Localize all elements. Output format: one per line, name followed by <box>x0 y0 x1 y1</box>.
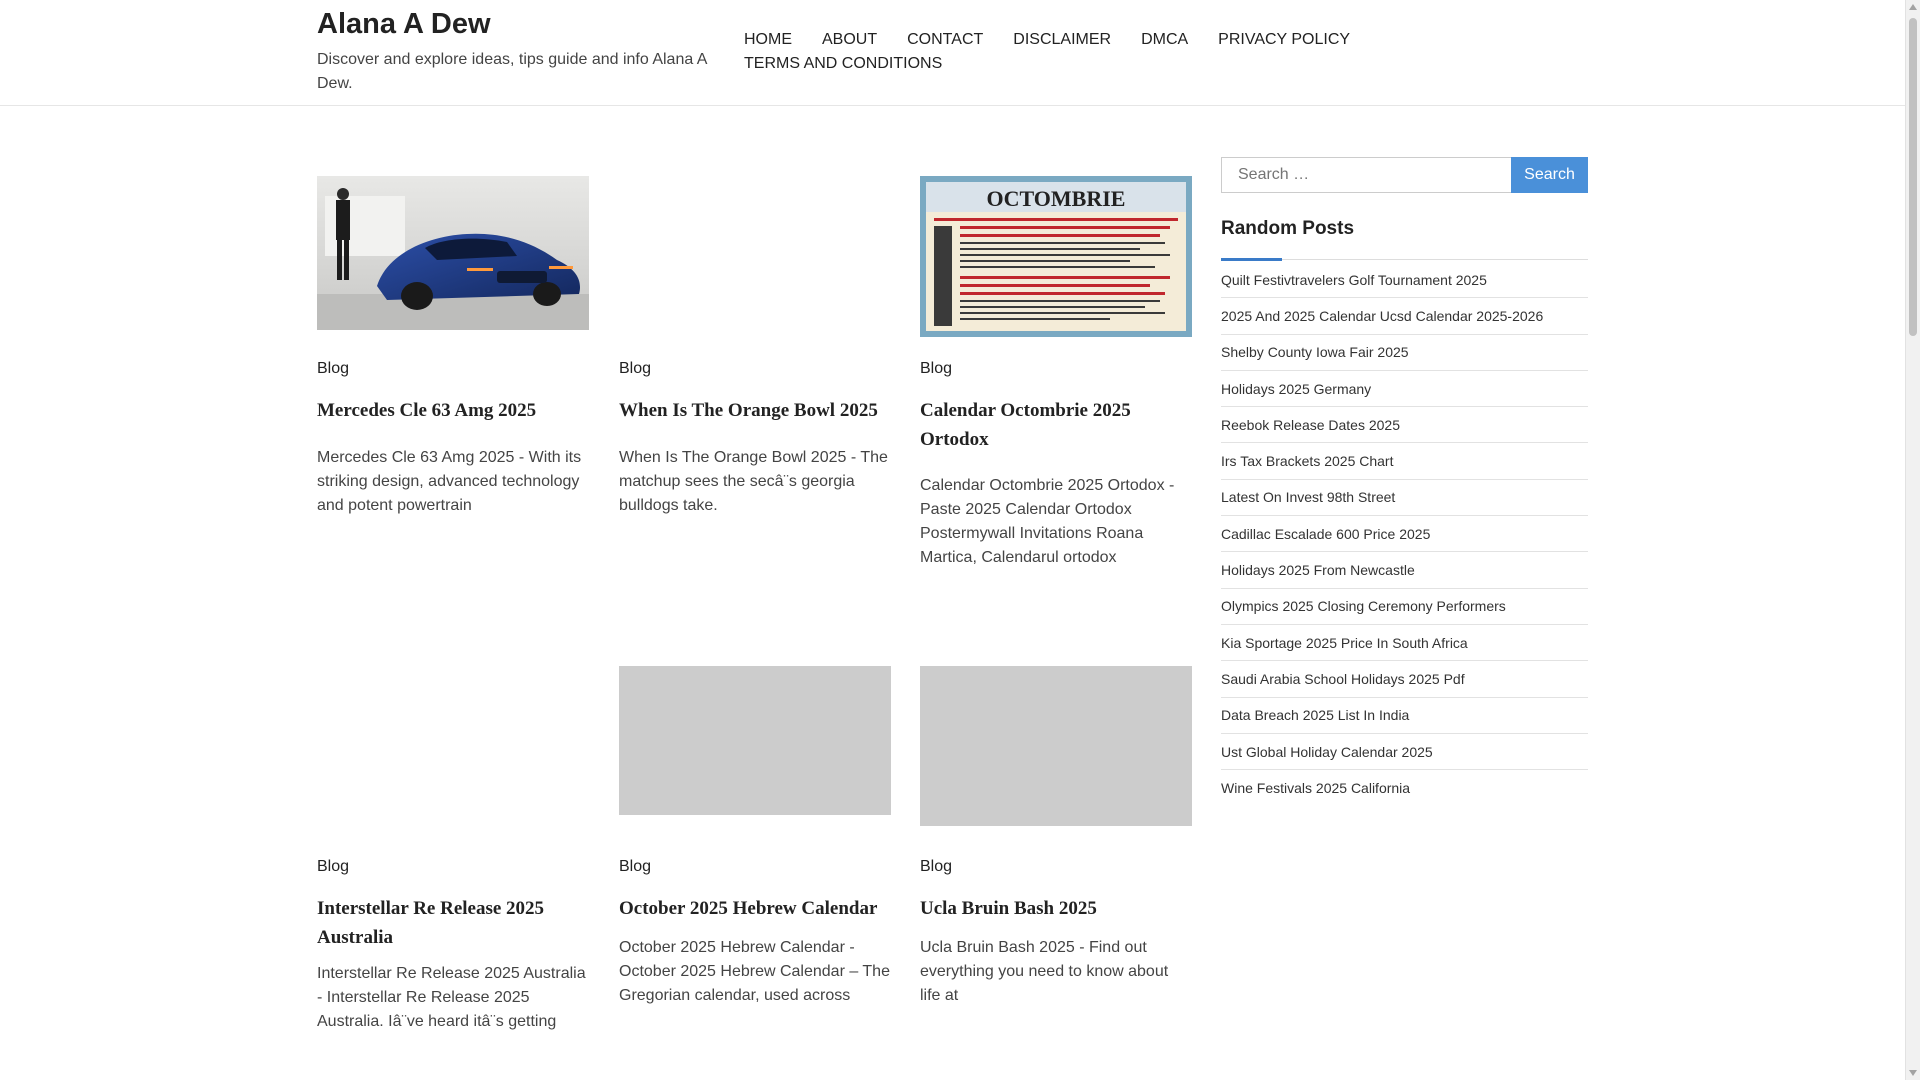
scroll-up-arrow-icon[interactable] <box>1909 4 1917 10</box>
post-thumbnail[interactable] <box>920 666 1192 826</box>
main-nav: HOME ABOUT CONTACT DISCLAIMER DMCA PRIVA… <box>744 28 1384 76</box>
post-category[interactable]: Blog <box>920 858 952 876</box>
calendar-photo: OCTOMBRIE <box>920 176 1192 337</box>
list-item: Ust Global Holiday Calendar 2025 <box>1221 734 1588 771</box>
site-header: Alana A Dew Discover and explore ideas, … <box>0 0 1905 106</box>
random-post-link[interactable]: Quilt Festivtravelers Golf Tournament 20… <box>1221 272 1487 288</box>
nav-home[interactable]: HOME <box>744 28 792 52</box>
post-category[interactable]: Blog <box>317 360 349 378</box>
post-title[interactable]: Ucla Bruin Bash 2025 <box>920 894 1192 923</box>
post-category[interactable]: Blog <box>317 858 349 876</box>
random-post-link[interactable]: Wine Festivals 2025 California <box>1221 780 1410 796</box>
random-post-link[interactable]: Latest On Invest 98th Street <box>1221 489 1395 505</box>
post-card: Blog When Is The Orange Bowl 2025 When I… <box>619 176 891 536</box>
list-item: Saudi Arabia School Holidays 2025 Pdf <box>1221 661 1588 698</box>
list-item: Quilt Festivtravelers Golf Tournament 20… <box>1221 262 1588 299</box>
post-card: Blog October 2025 Hebrew Calendar Octobe… <box>619 666 891 1046</box>
random-posts-list: Quilt Festivtravelers Golf Tournament 20… <box>1221 262 1588 806</box>
post-excerpt: October 2025 Hebrew Calendar - October 2… <box>619 939 890 1004</box>
post-card: OCTOMBRIE Blog Calendar Octombrie 2025 O… <box>920 176 1192 576</box>
post-category[interactable]: Blog <box>619 360 651 378</box>
car-photo <box>317 176 589 330</box>
scroll-down-arrow-icon[interactable] <box>1909 1070 1917 1076</box>
list-item: Reebok Release Dates 2025 <box>1221 407 1588 444</box>
post-category[interactable]: Blog <box>619 858 651 876</box>
list-item: Irs Tax Brackets 2025 Chart <box>1221 443 1588 480</box>
search-input[interactable] <box>1221 157 1512 193</box>
post-excerpt: Calendar Octombrie 2025 Ortodox - Paste … <box>920 477 1175 566</box>
post-title[interactable]: Calendar Octombrie 2025 Ortodox <box>920 396 1192 454</box>
random-post-link[interactable]: Kia Sportage 2025 Price In South Africa <box>1221 635 1468 651</box>
list-item: Holidays 2025 From Newcastle <box>1221 552 1588 589</box>
nav-disclaimer[interactable]: DISCLAIMER <box>1013 28 1111 52</box>
list-item: Shelby County Iowa Fair 2025 <box>1221 335 1588 371</box>
nav-privacy-policy[interactable]: PRIVACY POLICY <box>1218 28 1350 52</box>
search-button[interactable]: Search <box>1511 157 1588 193</box>
post-excerpt: Ucla Bruin Bash 2025 - Find out everythi… <box>920 939 1169 1004</box>
random-post-link[interactable]: Shelby County Iowa Fair 2025 <box>1221 344 1409 360</box>
list-item: Wine Festivals 2025 California <box>1221 770 1588 806</box>
site-title[interactable]: Alana A Dew <box>317 8 491 41</box>
post-excerpt: Mercedes Cle 63 Amg 2025 - With its stri… <box>317 449 582 514</box>
site-description: Discover and explore ideas, tips guide a… <box>317 51 707 92</box>
random-post-link[interactable]: Holidays 2025 Germany <box>1221 381 1371 397</box>
random-post-link[interactable]: Holidays 2025 From Newcastle <box>1221 562 1415 578</box>
random-post-link[interactable]: 2025 And 2025 Calendar Ucsd Calendar 202… <box>1221 308 1543 324</box>
widget-title-accent <box>1221 258 1282 261</box>
nav-about[interactable]: ABOUT <box>822 28 877 52</box>
post-card: Blog Mercedes Cle 63 Amg 2025 Mercedes C… <box>317 176 589 536</box>
post-excerpt: Interstellar Re Release 2025 Australia -… <box>317 965 586 1030</box>
list-item: 2025 And 2025 Calendar Ucsd Calendar 202… <box>1221 298 1588 335</box>
random-post-link[interactable]: Olympics 2025 Closing Ceremony Performer… <box>1221 598 1506 614</box>
post-title[interactable]: Mercedes Cle 63 Amg 2025 <box>317 396 589 425</box>
nav-dmca[interactable]: DMCA <box>1141 28 1188 52</box>
post-title[interactable]: When Is The Orange Bowl 2025 <box>619 396 891 425</box>
list-item: Kia Sportage 2025 Price In South Africa <box>1221 625 1588 662</box>
post-excerpt: When Is The Orange Bowl 2025 - The match… <box>619 449 888 514</box>
vertical-scrollbar[interactable] <box>1905 0 1920 1080</box>
random-posts-title: Random Posts <box>1221 218 1355 239</box>
random-post-link[interactable]: Reebok Release Dates 2025 <box>1221 417 1400 433</box>
list-item: Olympics 2025 Closing Ceremony Performer… <box>1221 589 1588 625</box>
post-card: Blog Ucla Bruin Bash 2025 Ucla Bruin Bas… <box>920 666 1192 1046</box>
list-item: Data Breach 2025 List In India <box>1221 698 1588 734</box>
random-post-link[interactable]: Irs Tax Brackets 2025 Chart <box>1221 453 1393 469</box>
nav-contact[interactable]: CONTACT <box>907 28 983 52</box>
list-item: Holidays 2025 Germany <box>1221 371 1588 408</box>
post-category[interactable]: Blog <box>920 360 952 378</box>
list-item: Latest On Invest 98th Street <box>1221 480 1588 517</box>
calendar-heading: OCTOMBRIE <box>987 186 1126 211</box>
post-title[interactable]: October 2025 Hebrew Calendar <box>619 894 891 923</box>
random-post-link[interactable]: Cadillac Escalade 600 Price 2025 <box>1221 526 1430 542</box>
post-card: Blog Interstellar Re Release 2025 Austra… <box>317 666 589 1046</box>
random-post-link[interactable]: Data Breach 2025 List In India <box>1221 707 1409 723</box>
nav-terms-and-conditions[interactable]: TERMS AND CONDITIONS <box>744 52 942 76</box>
random-post-link[interactable]: Ust Global Holiday Calendar 2025 <box>1221 744 1433 760</box>
random-post-link[interactable]: Saudi Arabia School Holidays 2025 Pdf <box>1221 671 1465 687</box>
scrollbar-thumb[interactable] <box>1909 18 1917 336</box>
post-thumbnail[interactable]: OCTOMBRIE <box>920 176 1192 337</box>
post-title[interactable]: Interstellar Re Release 2025 Australia <box>317 894 589 952</box>
post-thumbnail[interactable] <box>619 666 891 815</box>
post-thumbnail[interactable] <box>317 176 589 330</box>
list-item: Cadillac Escalade 600 Price 2025 <box>1221 516 1588 553</box>
